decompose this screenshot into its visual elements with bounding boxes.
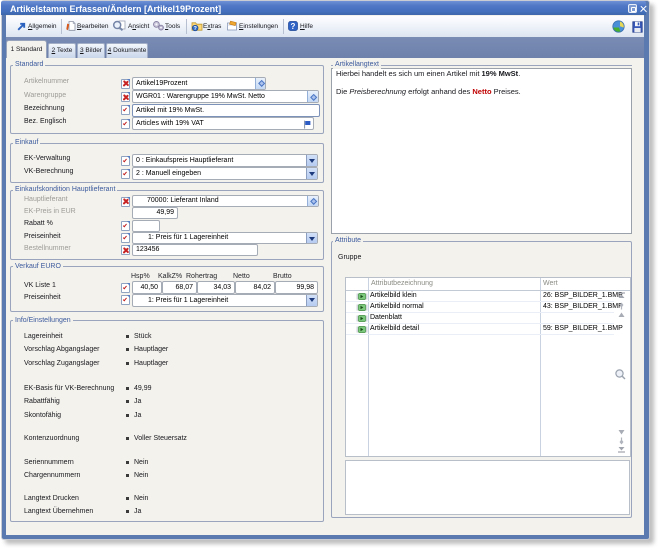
svg-text:?: ?	[291, 22, 296, 31]
